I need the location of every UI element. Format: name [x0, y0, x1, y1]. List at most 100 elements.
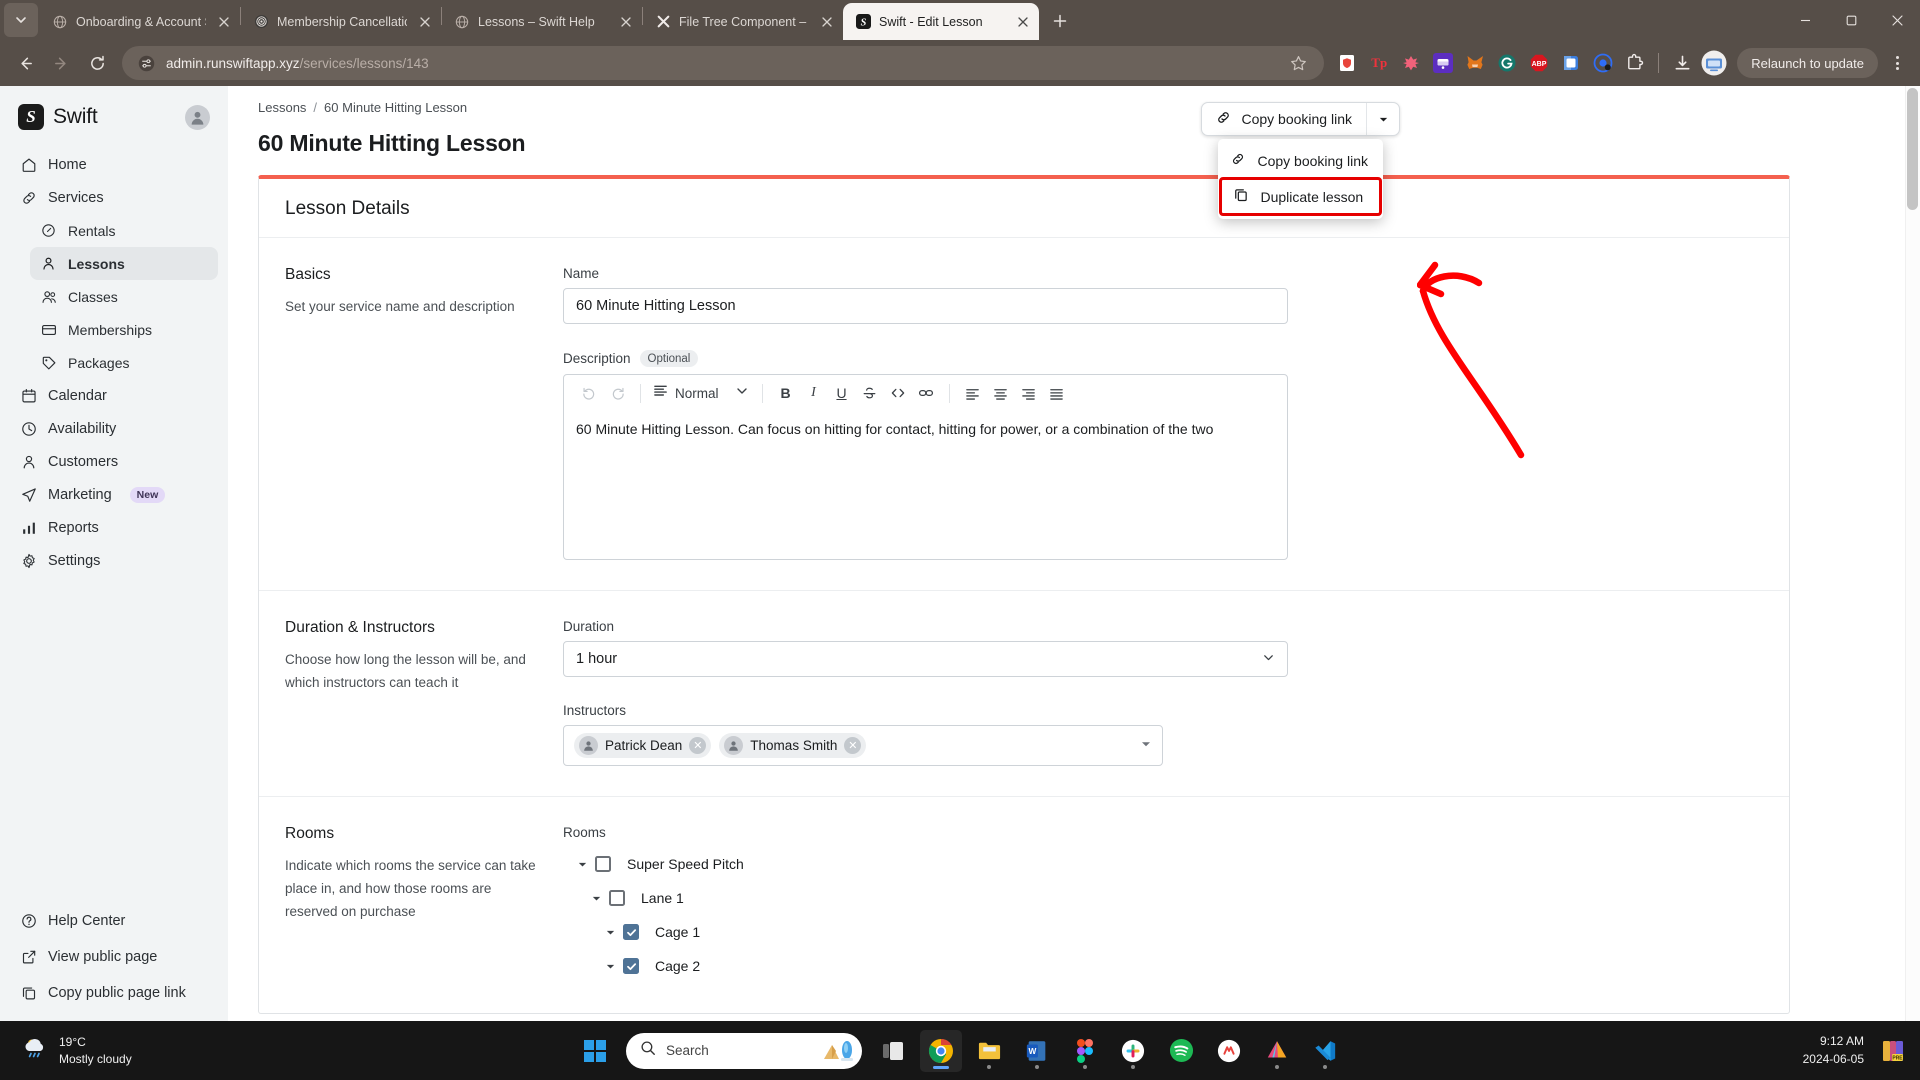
code-icon[interactable] [885, 380, 911, 406]
download-icon[interactable] [1669, 50, 1695, 76]
chevron-down-icon[interactable] [583, 885, 609, 911]
link-icon[interactable] [913, 380, 939, 406]
weather-widget[interactable]: 19°C Mostly cloudy [0, 1034, 132, 1067]
extensions-puzzle-icon[interactable] [1622, 50, 1648, 76]
room-checkbox[interactable] [623, 958, 639, 974]
site-settings-icon[interactable] [136, 53, 156, 73]
user-avatar[interactable] [185, 104, 210, 130]
maximize-button[interactable] [1828, 0, 1874, 40]
minimize-button[interactable] [1782, 0, 1828, 40]
metamask-icon[interactable] [1462, 50, 1488, 76]
new-tab-button[interactable] [1045, 6, 1075, 36]
back-button[interactable] [8, 46, 42, 80]
bookmark-star-icon[interactable] [1284, 49, 1312, 77]
instructors-multiselect[interactable]: Patrick Dean ✕ Thomas Smith ✕ [563, 725, 1163, 766]
bitwarden-icon[interactable] [1558, 50, 1584, 76]
undo-icon[interactable] [576, 380, 602, 406]
remove-instructor-icon[interactable]: ✕ [689, 737, 707, 754]
taskbar-clock[interactable]: 9:12 AM 2024-06-05 [1803, 1033, 1864, 1068]
sidebar-item-services[interactable]: Services [10, 181, 218, 214]
room-checkbox[interactable] [609, 890, 625, 906]
address-bar[interactable]: admin.runswiftapp.xyz/services/lessons/1… [122, 46, 1325, 80]
sidebar-item-copy-public-page-link[interactable]: Copy public page link [10, 975, 218, 1011]
chevron-down-icon[interactable] [569, 851, 595, 877]
description-editor-body[interactable]: 60 Minute Hitting Lesson. Can focus on h… [564, 411, 1287, 559]
task-view-icon[interactable] [872, 1030, 914, 1072]
page-scrollbar[interactable] [1905, 86, 1920, 1021]
breadcrumb-parent[interactable]: Lessons [258, 100, 306, 115]
grammarly-icon[interactable] [1494, 50, 1520, 76]
copy-booking-link-label-wrap[interactable]: Copy booking link [1202, 103, 1366, 135]
sidebar-item-rentals[interactable]: Rentals [30, 214, 218, 247]
remove-instructor-icon[interactable]: ✕ [844, 737, 862, 754]
rabby-wallet-icon[interactable] [1430, 50, 1456, 76]
close-button[interactable] [1874, 0, 1920, 40]
profile-avatar-icon[interactable] [1701, 49, 1727, 77]
sidebar-item-home[interactable]: Home [10, 148, 218, 181]
tray-app-icon[interactable]: PRE [1878, 1036, 1908, 1066]
puzzle-pink-extension-icon[interactable] [1398, 50, 1424, 76]
paragraph-style-dropdown[interactable]: Normal [651, 380, 752, 406]
chevron-down-icon[interactable] [597, 919, 623, 945]
sidebar-item-settings[interactable]: Settings [10, 544, 218, 577]
vscode-icon[interactable] [1304, 1030, 1346, 1072]
browser-tab-0[interactable]: Onboarding & Account Setup - [40, 3, 240, 40]
menu-item-duplicate-lesson[interactable]: Duplicate lesson [1219, 177, 1383, 216]
sidebar-item-marketing[interactable]: Marketing New [10, 478, 218, 511]
align-left-icon[interactable] [960, 380, 986, 406]
browser-tab-3[interactable]: File Tree Component – Nextra [643, 3, 843, 40]
sidebar-item-classes[interactable]: Classes [30, 280, 218, 313]
zoho-icon[interactable] [1208, 1030, 1250, 1072]
close-icon[interactable] [415, 12, 435, 32]
instructor-chip[interactable]: Thomas Smith ✕ [719, 733, 867, 758]
affinity-icon[interactable] [1256, 1030, 1298, 1072]
chevron-down-icon[interactable] [597, 953, 623, 979]
sidebar-item-reports[interactable]: Reports [10, 511, 218, 544]
italic-icon[interactable]: I [801, 380, 827, 406]
tab-search-button[interactable] [4, 3, 38, 37]
loom-icon[interactable] [1590, 50, 1616, 76]
underline-icon[interactable]: U [829, 380, 855, 406]
relaunch-to-update-button[interactable]: Relaunch to update [1737, 48, 1878, 78]
chevron-down-icon[interactable] [1366, 103, 1399, 135]
strikethrough-icon[interactable] [857, 380, 883, 406]
close-icon[interactable] [817, 12, 837, 32]
sidebar-item-packages[interactable]: Packages [30, 346, 218, 379]
align-justify-icon[interactable] [1044, 380, 1070, 406]
room-checkbox[interactable] [595, 856, 611, 872]
browser-tab-4[interactable]: S Swift - Edit Lesson [843, 3, 1039, 40]
redo-icon[interactable] [604, 380, 630, 406]
tp-extension-icon[interactable]: Tp [1366, 50, 1392, 76]
search-input[interactable]: Search [666, 1043, 709, 1058]
taskbar-search[interactable]: Search [626, 1032, 862, 1069]
chevron-down-icon[interactable] [1140, 737, 1152, 755]
browser-menu-button[interactable] [1882, 48, 1912, 78]
close-icon[interactable] [1013, 12, 1033, 32]
word-icon[interactable]: W [1016, 1030, 1058, 1072]
sidebar-item-help-center[interactable]: Help Center [10, 903, 218, 939]
browser-tab-1[interactable]: Membership Cancellation Instru [241, 3, 441, 40]
menu-item-copy-booking-link[interactable]: Copy booking link [1218, 143, 1383, 178]
close-icon[interactable] [214, 12, 234, 32]
file-explorer-icon[interactable] [968, 1030, 1010, 1072]
align-center-icon[interactable] [988, 380, 1014, 406]
sidebar-item-availability[interactable]: Availability [10, 412, 218, 445]
scrollbar-thumb[interactable] [1907, 88, 1918, 210]
align-right-icon[interactable] [1016, 380, 1042, 406]
sidebar-item-view-public-page[interactable]: View public page [10, 939, 218, 975]
room-checkbox[interactable] [623, 924, 639, 940]
instructor-chip[interactable]: Patrick Dean ✕ [574, 733, 712, 758]
sidebar-item-lessons[interactable]: Lessons [30, 247, 218, 280]
forward-button[interactable] [44, 46, 78, 80]
figma-icon[interactable] [1064, 1030, 1106, 1072]
name-input[interactable]: 60 Minute Hitting Lesson [563, 288, 1288, 324]
slack-icon[interactable] [1112, 1030, 1154, 1072]
sidebar-item-memberships[interactable]: Memberships [30, 313, 218, 346]
close-icon[interactable] [616, 12, 636, 32]
browser-tab-2[interactable]: Lessons – Swift Help [442, 3, 642, 40]
duration-select[interactable]: 1 hour [563, 641, 1288, 677]
spotify-icon[interactable] [1160, 1030, 1202, 1072]
copy-booking-link-button[interactable]: Copy booking link [1201, 102, 1400, 136]
windows-start-icon[interactable] [574, 1030, 616, 1072]
sidebar-item-customers[interactable]: Customers [10, 445, 218, 478]
